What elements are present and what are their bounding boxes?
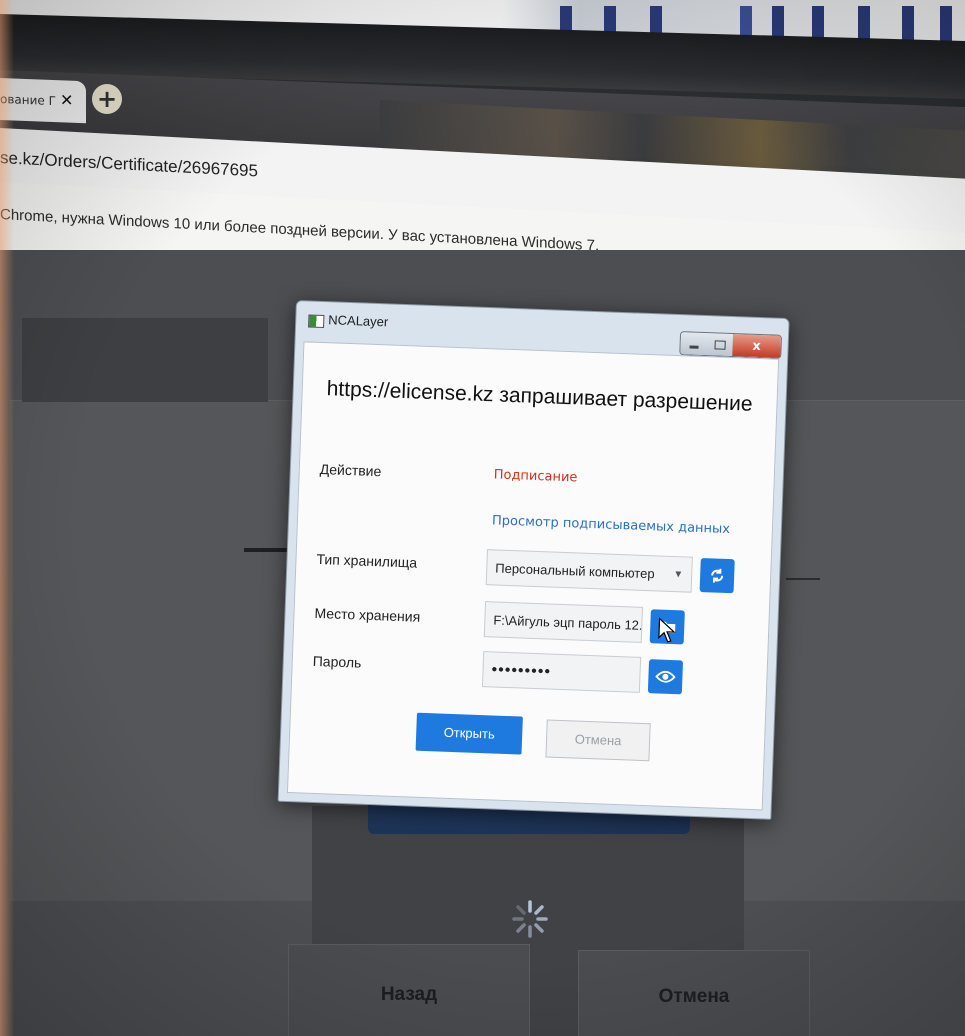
permission-heading: https://elicense.kz запрашивает разрешен… <box>326 377 753 416</box>
eye-icon <box>655 670 676 683</box>
close-button[interactable]: x <box>732 334 782 358</box>
infobar-message: Chrome, нужна Windows 10 или более поздн… <box>0 206 600 255</box>
mouse-cursor-icon <box>658 617 676 643</box>
tab-title: ование Г <box>0 92 56 109</box>
minimize-icon <box>689 344 699 349</box>
address-url: se.kz/Orders/Certificate/26967695 <box>0 148 258 181</box>
maximize-icon <box>713 339 726 350</box>
dialog-body: https://elicense.kz запрашивает разрешен… <box>286 341 780 811</box>
page-cancel-button[interactable]: Отмена <box>578 950 810 1036</box>
divider-line <box>786 578 820 580</box>
refresh-storage-button[interactable] <box>699 558 735 594</box>
storage-type-select[interactable]: Персональный компьютер ▼ <box>485 549 693 593</box>
page-cancel-button-label: Отмена <box>658 986 730 1007</box>
password-input[interactable]: ••••••••• <box>481 651 642 693</box>
new-tab-button[interactable]: + <box>92 84 122 114</box>
minimize-button[interactable] <box>680 332 708 356</box>
password-label: Пароль <box>312 652 362 671</box>
close-icon: x <box>752 338 762 354</box>
preview-signed-data-link[interactable]: Просмотр подписываемых данных <box>492 513 730 537</box>
storage-type-value: Персональный компьютер <box>495 560 655 582</box>
loading-spinner-icon <box>512 900 548 938</box>
ncalayer-dialog: NCALayer x https://elicense.kz запрашива… <box>277 300 790 820</box>
action-label: Действие <box>319 460 382 480</box>
dialog-title: NCALayer <box>328 312 389 330</box>
dialog-cancel-button[interactable]: Отмена <box>545 719 651 762</box>
storage-location-input[interactable]: F:\Айгуль эцп пароль 12. <box>483 601 643 643</box>
maximize-button[interactable] <box>706 333 734 357</box>
back-button-label: Назад <box>380 984 438 1005</box>
refresh-icon <box>711 568 724 583</box>
tab-close-icon[interactable]: ✕ <box>60 90 73 110</box>
storage-type-label: Тип хранилища <box>316 550 418 571</box>
show-password-button[interactable] <box>647 659 684 695</box>
action-value: Подписание <box>493 467 578 486</box>
storage-location-label: Место хранения <box>314 604 421 625</box>
dimmed-page-button <box>22 318 268 402</box>
back-button[interactable]: Назад <box>288 944 530 1036</box>
chevron-down-icon: ▼ <box>673 569 684 581</box>
open-button[interactable]: Открыть <box>415 712 523 755</box>
browser-tab[interactable]: ование Г ✕ <box>0 78 86 124</box>
ncalayer-app-icon <box>308 314 325 329</box>
